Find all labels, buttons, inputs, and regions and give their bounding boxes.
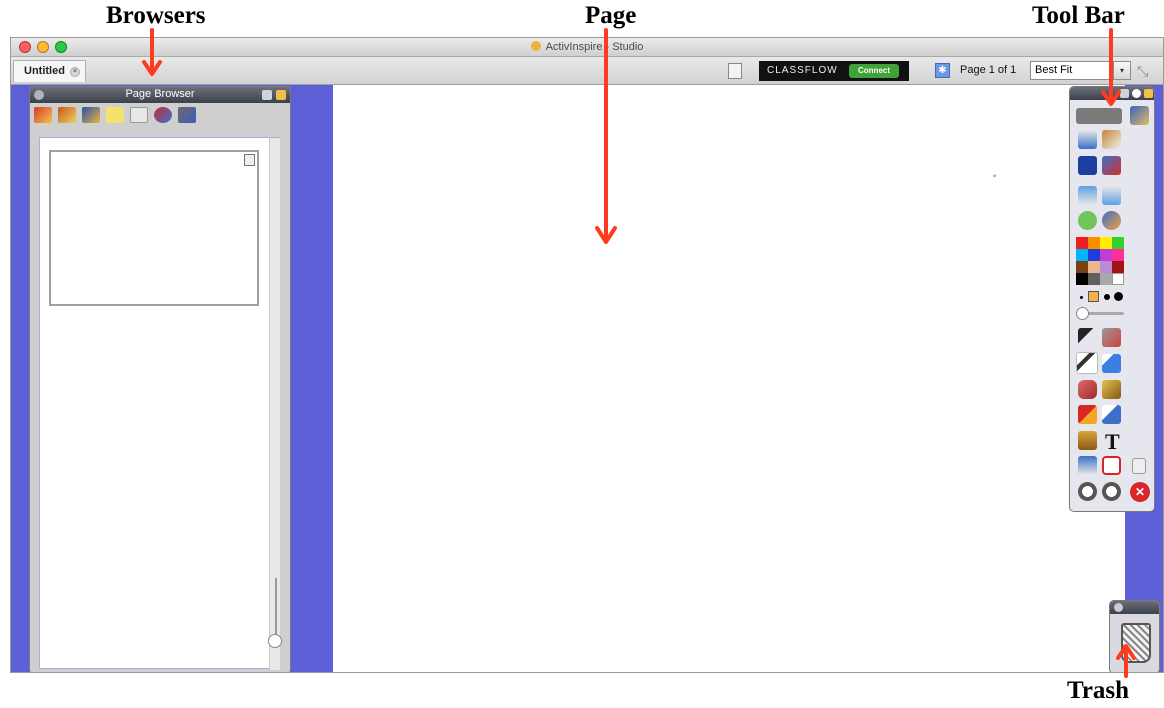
resource-browser-icon[interactable] <box>1102 130 1121 149</box>
toolbox-header <box>1070 87 1154 100</box>
trash-panel <box>1109 600 1160 672</box>
previous-page-icon[interactable] <box>1078 186 1097 205</box>
window-title: ActivInspire - Studio <box>11 41 1163 53</box>
dual-user-icon[interactable] <box>1130 106 1149 125</box>
pen-width-medium-icon[interactable] <box>1088 291 1099 302</box>
activinspire-window: ActivInspire - Studio Untitled × CLASSFL… <box>10 37 1164 673</box>
pen-icon[interactable] <box>1076 352 1098 374</box>
page-sorter-icon[interactable] <box>34 107 52 123</box>
page-thumbnail[interactable] <box>49 150 259 306</box>
page-browser: Page Browser <box>29 86 291 672</box>
tab-untitled[interactable]: Untitled × <box>13 60 86 82</box>
color-swatch[interactable] <box>1088 273 1100 285</box>
annotation-trash: Trash <box>1067 677 1130 704</box>
trash-icon[interactable] <box>1121 623 1151 663</box>
color-swatch[interactable] <box>1100 237 1112 249</box>
shape-icon[interactable] <box>1078 405 1097 424</box>
color-swatch[interactable] <box>1088 249 1100 261</box>
document-toolbar: Untitled × CLASSFLOW Connect ✱ Page 1 of… <box>11 57 1163 85</box>
color-swatch[interactable] <box>1112 273 1124 285</box>
window-title-text: ActivInspire - Studio <box>545 41 644 53</box>
color-swatch[interactable] <box>1100 261 1112 273</box>
select-icon[interactable] <box>1078 328 1097 347</box>
page-notes-icon <box>244 154 255 166</box>
main-toolbox: T ✕ <box>1069 86 1155 512</box>
clear-icon[interactable] <box>1078 456 1097 475</box>
pin-icon[interactable] <box>1144 89 1153 98</box>
connect-button[interactable]: Connect <box>849 64 899 78</box>
exit-icon[interactable]: ✕ <box>1130 482 1150 502</box>
trash-header <box>1110 601 1159 614</box>
pen-width-large-icon[interactable] <box>1104 294 1110 300</box>
color-swatch[interactable] <box>1076 261 1088 273</box>
color-swatch[interactable] <box>1112 237 1124 249</box>
tab-close-icon[interactable]: × <box>69 67 80 77</box>
color-swatch[interactable] <box>1076 249 1088 261</box>
menu-icon[interactable] <box>262 90 272 100</box>
color-swatch[interactable] <box>1088 237 1100 249</box>
redo-icon[interactable] <box>1102 482 1121 501</box>
page-count: Page 1 of 1 <box>960 64 1017 76</box>
page-navigator-icon[interactable]: ✱ <box>935 63 950 78</box>
annotation-page: Page <box>585 2 637 29</box>
screenshot-stage: { "annotations": { "browsers": "Browsers… <box>0 0 1164 708</box>
page-browser-title: Page Browser <box>125 88 195 100</box>
toolbox-body: T ✕ <box>1070 100 1154 511</box>
page-browser-header: Page Browser <box>30 87 290 103</box>
connector-icon[interactable] <box>1102 405 1121 424</box>
edit-profile-icon[interactable] <box>1102 156 1121 175</box>
color-swatch[interactable] <box>1076 237 1088 249</box>
color-swatch[interactable] <box>1112 261 1124 273</box>
chevron-down-icon[interactable]: ▾ <box>1113 61 1131 80</box>
document-icon[interactable] <box>728 63 742 79</box>
dual-screen-icon[interactable] <box>1078 156 1097 175</box>
main-menu-icon[interactable] <box>1076 108 1122 124</box>
fullscreen-icon[interactable]: ⤡ <box>1137 63 1148 80</box>
user-defined-icon[interactable] <box>1132 458 1146 474</box>
slider-knob[interactable] <box>268 634 282 648</box>
color-swatch[interactable] <box>1100 249 1112 261</box>
flipchart-icon[interactable] <box>1078 130 1097 149</box>
reset-page-icon[interactable] <box>1102 456 1121 475</box>
property-icon[interactable] <box>130 107 148 123</box>
pen-width-small-icon[interactable] <box>1080 296 1083 299</box>
slider-knob[interactable] <box>1076 307 1089 320</box>
next-page-icon[interactable] <box>1102 186 1121 205</box>
tab-label: Untitled <box>24 65 65 77</box>
media-icon[interactable] <box>1078 431 1097 450</box>
app-icon <box>530 41 541 51</box>
flipchart-page[interactable]: ᐤ <box>333 85 1125 672</box>
tools-icon[interactable] <box>1102 328 1121 347</box>
classflow-bar: CLASSFLOW Connect <box>759 61 909 81</box>
notes-icon[interactable] <box>106 107 124 123</box>
text-tool-icon[interactable]: T <box>1105 429 1120 455</box>
color-swatch[interactable] <box>1088 261 1100 273</box>
page-reset-icon[interactable] <box>1102 211 1121 230</box>
annotation-toolbar: Tool Bar <box>1032 2 1125 29</box>
play-icon[interactable] <box>1078 211 1097 230</box>
resource-library-icon[interactable] <box>58 107 76 123</box>
thumbnail-size-slider[interactable] <box>275 578 277 638</box>
voting-icon[interactable] <box>178 107 196 123</box>
fill-icon[interactable] <box>1102 380 1121 399</box>
color-swatch[interactable] <box>1112 249 1124 261</box>
pin-icon[interactable] <box>276 90 286 100</box>
classflow-label: CLASSFLOW <box>767 65 838 76</box>
object-browser-icon[interactable] <box>82 107 100 123</box>
settings-icon[interactable] <box>1132 89 1141 98</box>
color-swatch[interactable] <box>1076 273 1088 285</box>
actions-icon[interactable] <box>154 107 172 123</box>
scrollbar[interactable] <box>268 138 282 670</box>
eraser-icon[interactable] <box>1078 380 1097 399</box>
color-swatch[interactable] <box>1100 273 1112 285</box>
annotation-browsers: Browsers <box>106 2 206 29</box>
pen-width-xlarge-icon[interactable] <box>1114 292 1123 301</box>
undo-icon[interactable] <box>1078 482 1097 501</box>
menu-icon[interactable] <box>1120 89 1129 98</box>
highlighter-icon[interactable] <box>1102 354 1121 373</box>
page-thumbnails-panel <box>39 137 282 670</box>
cursor-icon: ᐤ <box>993 173 997 182</box>
title-bar: ActivInspire - Studio <box>11 38 1163 57</box>
close-icon[interactable] <box>1114 603 1123 612</box>
